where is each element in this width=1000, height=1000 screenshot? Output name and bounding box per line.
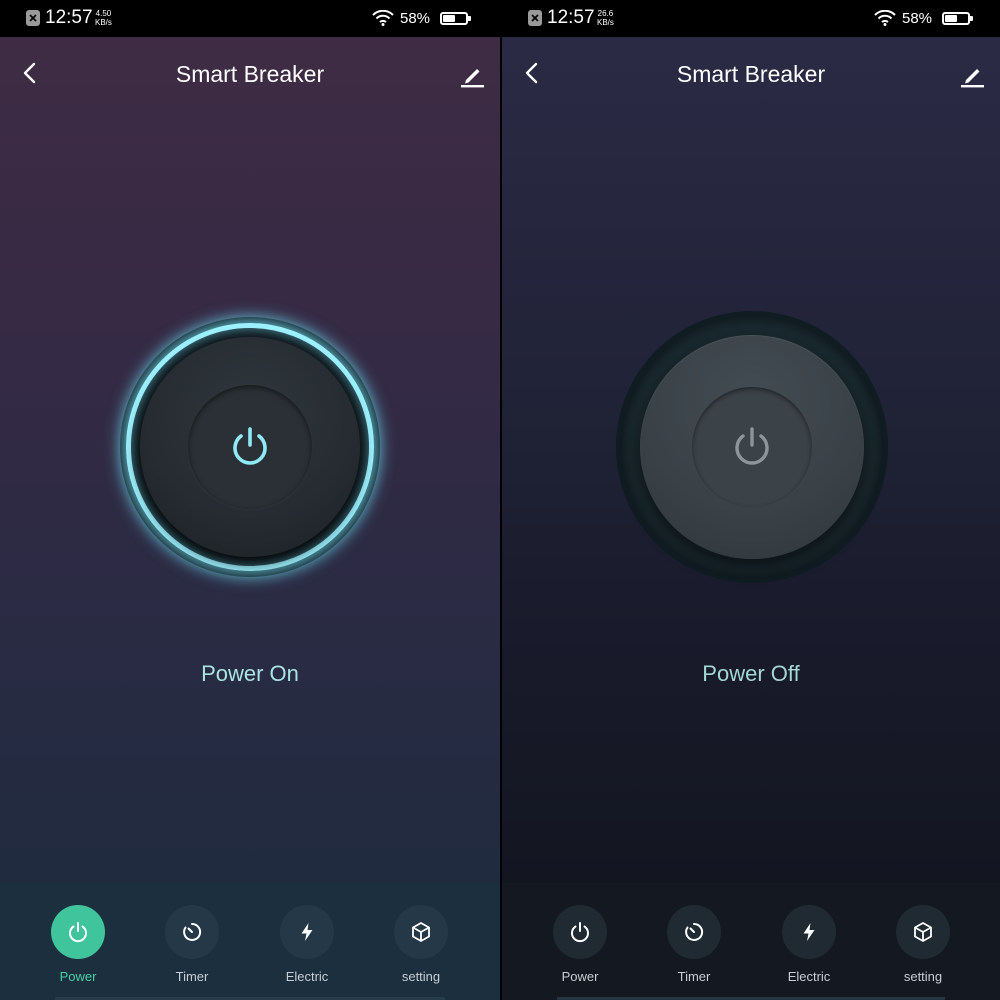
tab-timer-label: Timer bbox=[175, 969, 209, 984]
power-toggle-button[interactable] bbox=[120, 317, 380, 577]
wifi-icon bbox=[372, 10, 394, 26]
power-icon bbox=[69, 922, 87, 943]
tab-power-label: Power bbox=[59, 969, 97, 984]
power-icon bbox=[571, 922, 589, 943]
battery-percent: 58% bbox=[400, 10, 431, 27]
power-toggle-button[interactable] bbox=[622, 317, 882, 577]
status-time: 12:57 bbox=[547, 7, 595, 28]
timer-icon bbox=[183, 922, 202, 941]
network-speed-value: 4.50 bbox=[95, 9, 112, 18]
bottom-tab-bar: Power Timer Electric setting bbox=[0, 883, 500, 1000]
tab-electric[interactable]: Electric bbox=[769, 905, 849, 984]
power-icon[interactable] bbox=[226, 423, 274, 471]
page-title: Smart Breaker bbox=[175, 61, 325, 87]
network-speed: 26.6 KB/s bbox=[597, 9, 614, 27]
tab-setting-label: setting bbox=[903, 969, 943, 984]
tab-setting-circle bbox=[896, 905, 950, 959]
tab-setting[interactable]: setting bbox=[381, 905, 461, 984]
tab-timer-circle bbox=[667, 905, 721, 959]
network-speed-value: 26.6 bbox=[597, 9, 614, 18]
network-speed-unit: KB/s bbox=[597, 18, 614, 27]
tab-electric[interactable]: Electric bbox=[267, 905, 347, 984]
page-title: Smart Breaker bbox=[676, 61, 826, 87]
status-bar: 12:57 26.6 KB/s 58% bbox=[502, 0, 1000, 37]
tab-electric-label: Electric bbox=[285, 969, 329, 984]
tab-setting[interactable]: setting bbox=[883, 905, 963, 984]
lightning-icon bbox=[301, 923, 313, 941]
battery-percent: 58% bbox=[902, 10, 933, 27]
network-speed-unit: KB/s bbox=[95, 18, 112, 27]
tab-timer[interactable]: Timer bbox=[654, 905, 734, 984]
battery-icon bbox=[942, 12, 973, 25]
lightning-icon bbox=[803, 923, 815, 941]
power-state-label: Power Off bbox=[702, 661, 800, 686]
app-screen: Smart Breaker Power Off Power Timer Elec… bbox=[502, 37, 1000, 1000]
tab-timer-circle bbox=[165, 905, 219, 959]
tab-power-circle bbox=[553, 905, 607, 959]
phone-screen-power-on: 12:57 4.50 KB/s 58% Smart Breaker Power … bbox=[0, 0, 500, 1000]
wifi-icon bbox=[874, 10, 896, 26]
tab-electric-circle bbox=[782, 905, 836, 959]
app-screen: Smart Breaker Power On Power Timer Elect… bbox=[0, 37, 500, 1000]
tab-electric-label: Electric bbox=[787, 969, 831, 984]
tab-setting-label: setting bbox=[401, 969, 441, 984]
tab-electric-circle bbox=[280, 905, 334, 959]
edit-pencil-icon[interactable] bbox=[458, 61, 486, 89]
tab-power[interactable]: Power bbox=[540, 905, 620, 984]
tab-setting-circle bbox=[394, 905, 448, 959]
status-bar: 12:57 4.50 KB/s 58% bbox=[0, 0, 500, 37]
network-speed: 4.50 KB/s bbox=[95, 9, 112, 27]
battery-icon bbox=[440, 12, 471, 25]
power-state-label: Power On bbox=[201, 661, 299, 686]
cube-icon bbox=[914, 922, 932, 942]
tab-timer-label: Timer bbox=[677, 969, 711, 984]
power-icon[interactable] bbox=[728, 423, 776, 471]
timer-icon bbox=[685, 922, 704, 941]
bottom-tab-bar: Power Timer Electric setting bbox=[502, 883, 1000, 1000]
edit-pencil-icon[interactable] bbox=[958, 61, 986, 89]
status-time: 12:57 bbox=[45, 7, 93, 28]
notification-app-icon bbox=[528, 10, 542, 26]
tab-power[interactable]: Power bbox=[38, 905, 118, 984]
phone-screen-power-off: 12:57 26.6 KB/s 58% Smart Breaker Power … bbox=[500, 0, 1000, 1000]
cube-icon bbox=[412, 922, 430, 942]
tab-timer[interactable]: Timer bbox=[152, 905, 232, 984]
tab-power-circle bbox=[51, 905, 105, 959]
tab-power-label: Power bbox=[561, 969, 599, 984]
notification-app-icon bbox=[26, 10, 40, 26]
